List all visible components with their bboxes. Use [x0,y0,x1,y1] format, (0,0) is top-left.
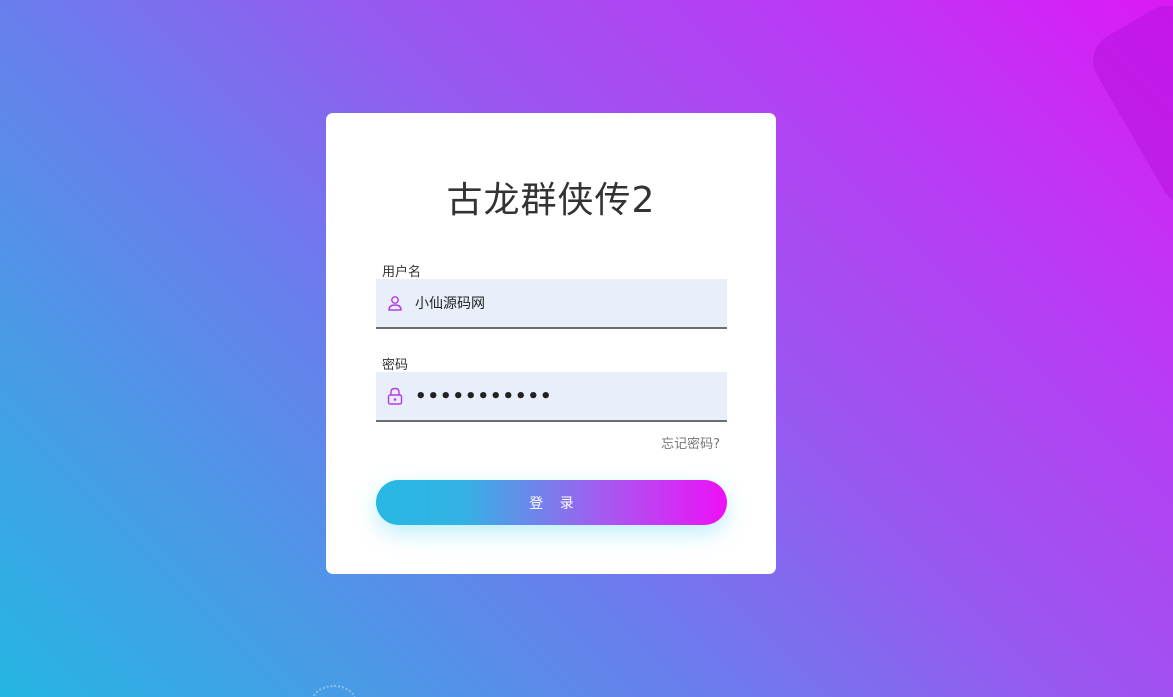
forgot-password-link[interactable]: 忘记密码? [661,433,720,452]
page-title: 古龙群侠传2 [446,180,656,221]
decorative-dots [312,685,356,697]
username-label: 用户名 [382,265,422,280]
username-field[interactable] [376,279,727,329]
lock-icon [386,387,404,405]
decorative-shape [1082,0,1173,215]
login-button[interactable]: 登 录 [376,480,727,525]
password-field[interactable]: ••••••••••• [376,372,727,422]
user-icon [386,294,404,312]
username-input[interactable] [415,295,705,311]
password-input[interactable]: ••••••••••• [415,386,705,407]
password-label: 密码 [382,358,409,373]
login-card: 古龙群侠传2 用户名 密码 ••••••••••• 忘记密码? 登 录 [326,113,776,574]
